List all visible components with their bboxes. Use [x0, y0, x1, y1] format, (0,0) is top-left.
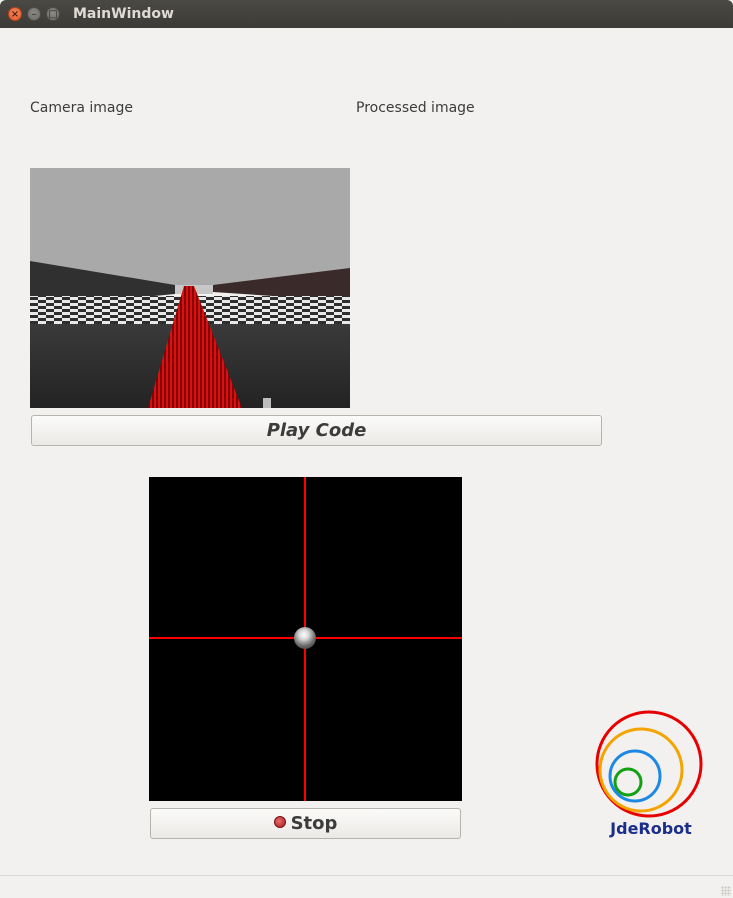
resize-grip[interactable] — [721, 886, 731, 896]
jderobot-logo-icon — [595, 710, 703, 818]
teleoperator-pad[interactable] — [149, 477, 462, 801]
window-title: MainWindow — [73, 6, 174, 22]
jderobot-logo-text: JdeRobot — [610, 819, 692, 838]
camera-image-label: Camera image — [30, 100, 133, 116]
joystick-handle[interactable] — [294, 627, 316, 649]
maximize-icon[interactable]: □ — [46, 7, 60, 21]
jderobot-logo: JdeRobot — [595, 708, 707, 842]
camera-image — [30, 168, 350, 408]
minimize-icon[interactable]: – — [27, 7, 41, 21]
stop-button[interactable]: Stop — [150, 808, 461, 839]
status-bar — [0, 875, 733, 898]
play-code-button[interactable]: Play Code — [31, 415, 602, 446]
stop-record-icon — [273, 816, 286, 828]
title-bar: × – □ MainWindow — [0, 0, 733, 28]
close-icon[interactable]: × — [8, 7, 22, 21]
stop-button-label: Stop — [290, 813, 338, 834]
processed-image-label: Processed image — [356, 100, 475, 116]
